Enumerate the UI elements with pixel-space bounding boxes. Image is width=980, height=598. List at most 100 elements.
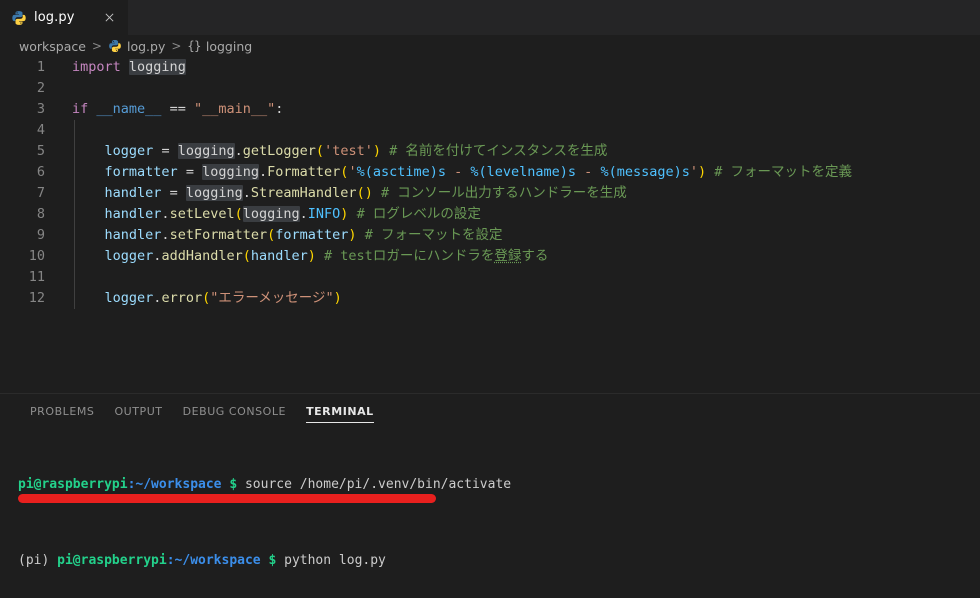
token-argument: formatter [275, 227, 349, 243]
token-dot: . [161, 227, 170, 243]
token-comment: する [521, 248, 549, 264]
token-dunder-name: __name__ [96, 101, 162, 117]
code-line: 9 handler.setFormatter(formatter) # フォーマ… [0, 225, 980, 246]
token-paren: ) [348, 227, 357, 243]
token-colon: : [275, 101, 284, 117]
token-module: logging [177, 143, 235, 159]
token-variable: handler [104, 227, 162, 243]
panel-tab-label: DEBUG CONSOLE [182, 405, 287, 418]
breadcrumb-separator: > [91, 39, 102, 53]
code-line: 1 import logging [0, 57, 980, 78]
line-number: 1 [36, 59, 45, 75]
token-string: "__main__" [193, 101, 276, 117]
terminal-prompt-symbol: $ [221, 477, 245, 492]
token-comment: ロガーにハンドラを [372, 248, 495, 264]
code-editor[interactable]: 1 import logging 2 3 if __name__ == "__m… [0, 57, 980, 393]
token-dot: . [161, 206, 170, 222]
code-line: 10 logger.addHandler(handler) # testロガーに… [0, 246, 980, 267]
code-line: 2 [0, 78, 980, 99]
token-string: 'test' [324, 143, 373, 159]
terminal-command: source /home/pi/.venv/bin/activate [244, 477, 512, 492]
panel-tab-bar: PROBLEMS OUTPUT DEBUG CONSOLE TERMINAL [0, 394, 980, 429]
editor-tab-bar: log.py [0, 0, 980, 35]
python-file-icon [108, 39, 122, 53]
token-module: logging [128, 59, 186, 75]
editor-tab-log-py[interactable]: log.py [0, 0, 128, 35]
line-number: 12 [28, 290, 45, 306]
panel-tab-problems[interactable]: PROBLEMS [20, 394, 104, 429]
breadcrumb-file-label: log.py [126, 38, 166, 54]
terminal-user-host: pi@raspberrypi [18, 477, 128, 492]
token-paren: ) [307, 248, 316, 264]
terminal-prompt-symbol: $ [260, 553, 285, 568]
token-comment: # test [324, 248, 373, 264]
terminal-path: :~/workspace [127, 477, 222, 492]
line-content: handler.setFormatter(formatter) # フォーマット… [72, 225, 503, 246]
line-number: 6 [36, 164, 45, 180]
code-line: 4 [0, 120, 980, 141]
vscode-window: log.py workspace > log.py > {} logging 1… [0, 0, 980, 598]
token-operator: = [169, 185, 178, 201]
line-number: 5 [36, 143, 45, 159]
panel-tab-label: PROBLEMS [30, 405, 95, 418]
terminal-venv: (pi) [18, 553, 58, 568]
line-content: logger.error("エラーメッセージ") [72, 288, 342, 309]
line-content: formatter = logging.Formatter('%(asctime… [72, 162, 852, 183]
breadcrumb-item-symbol[interactable]: {} logging [187, 39, 252, 54]
line-number: 8 [36, 206, 45, 222]
token-quote: ' [689, 164, 698, 180]
breadcrumb-workspace-label: workspace [19, 38, 86, 54]
bottom-panel: PROBLEMS OUTPUT DEBUG CONSOLE TERMINAL p… [0, 393, 980, 598]
breadcrumb-separator: > [171, 39, 182, 53]
token-string: - [576, 164, 601, 180]
token-keyword: import [72, 59, 121, 75]
terminal-user-host: pi@raspberrypi [57, 553, 167, 568]
line-number: 3 [36, 101, 45, 117]
token-argument: handler [250, 248, 308, 264]
terminal-command: python log.py [284, 553, 386, 568]
line-number: 11 [28, 269, 45, 285]
token-operator: = [185, 164, 194, 180]
token-function: StreamHandler [250, 185, 357, 201]
token-paren: ( [202, 290, 211, 306]
line-number: 2 [36, 80, 45, 96]
close-icon[interactable] [100, 9, 118, 27]
token-function: getLogger [242, 143, 316, 159]
token-paren: ) [340, 206, 349, 222]
token-variable: logger [104, 248, 154, 264]
token-variable: handler [104, 206, 162, 222]
token-dot: . [234, 143, 243, 159]
token-function: Formatter [267, 164, 341, 180]
code-line: 6 formatter = logging.Formatter('%(ascti… [0, 162, 980, 183]
token-format-spec: %(asctime)s [356, 164, 446, 180]
panel-tab-output[interactable]: OUTPUT [104, 394, 172, 429]
line-content: logger = logging.getLogger('test') # 名前を… [72, 141, 607, 162]
namespace-symbol-icon: {} [187, 39, 201, 53]
breadcrumb-item-workspace[interactable]: workspace [19, 39, 86, 54]
line-content: if __name__ == "__main__": [72, 99, 283, 120]
token-paren: ( [234, 206, 243, 222]
token-paren: ( [356, 185, 365, 201]
breadcrumb: workspace > log.py > {} logging [0, 35, 980, 57]
breadcrumb-item-file[interactable]: log.py [108, 39, 165, 54]
token-function: error [161, 290, 203, 306]
token-comment: # ログレベルの設定 [356, 206, 481, 222]
token-comment: # フォーマットを定義 [714, 164, 853, 180]
token-keyword: if [72, 101, 89, 117]
panel-tab-terminal[interactable]: TERMINAL [296, 394, 384, 429]
token-constant: INFO [307, 206, 341, 222]
line-content: logger.addHandler(handler) # testロガーにハンド… [72, 246, 549, 267]
token-comment: # 名前を付けてインスタンスを生成 [389, 143, 608, 159]
token-variable: logger [104, 290, 154, 306]
token-variable: formatter [104, 164, 178, 180]
token-dot: . [299, 206, 308, 222]
code-line: 3 if __name__ == "__main__": [0, 99, 980, 120]
code-area[interactable]: 1 import logging 2 3 if __name__ == "__m… [0, 57, 980, 309]
token-paren: ) [364, 185, 373, 201]
terminal-output[interactable]: pi@raspberrypi:~/workspace $ source /hom… [0, 429, 980, 598]
line-content: handler.setLevel(logging.INFO) # ログレベルの設… [72, 204, 481, 225]
editor-tab-label: log.py [34, 10, 75, 25]
token-paren: ( [315, 143, 325, 159]
panel-tab-debug-console[interactable]: DEBUG CONSOLE [173, 394, 296, 429]
breadcrumb-symbol-label: logging [205, 38, 253, 54]
